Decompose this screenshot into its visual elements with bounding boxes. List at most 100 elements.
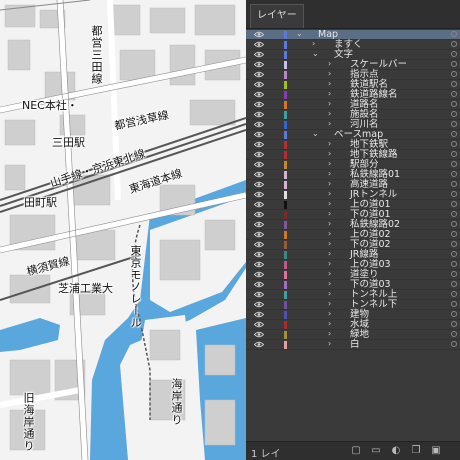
layer-lock-icon[interactable] bbox=[451, 41, 457, 47]
layer-lock-icon[interactable] bbox=[451, 231, 457, 237]
eye-icon[interactable] bbox=[254, 91, 264, 98]
mask-icon[interactable]: ◐ bbox=[390, 445, 402, 457]
layer-lock-icon[interactable] bbox=[451, 81, 457, 87]
layer-lock-icon[interactable] bbox=[451, 251, 457, 257]
chevron-right-icon[interactable]: › bbox=[328, 59, 331, 69]
layer-lock-icon[interactable] bbox=[451, 221, 457, 227]
eye-icon[interactable] bbox=[254, 101, 264, 108]
map-canvas[interactable]: 都営三田線 NEC本社・ 都営浅草線 三田駅 山手線・京浜東北線 東海道本線 田… bbox=[0, 0, 246, 460]
tab-layers[interactable]: レイヤー bbox=[250, 4, 304, 28]
layer-lock-icon[interactable] bbox=[451, 301, 457, 307]
eye-icon[interactable] bbox=[254, 201, 264, 208]
eye-icon[interactable] bbox=[254, 31, 264, 38]
layer-lock-icon[interactable] bbox=[451, 141, 457, 147]
eye-icon[interactable] bbox=[254, 161, 264, 168]
chevron-right-icon[interactable]: › bbox=[328, 289, 331, 299]
chevron-right-icon[interactable]: › bbox=[312, 39, 315, 49]
eye-icon[interactable] bbox=[254, 211, 264, 218]
chevron-right-icon[interactable]: › bbox=[328, 279, 331, 289]
eye-icon[interactable] bbox=[254, 151, 264, 158]
chevron-down-icon[interactable]: ⌄ bbox=[312, 129, 319, 139]
eye-icon[interactable] bbox=[254, 261, 264, 268]
eye-icon[interactable] bbox=[254, 181, 264, 188]
chevron-down-icon[interactable]: ⌄ bbox=[312, 49, 319, 59]
layer-lock-icon[interactable] bbox=[451, 71, 457, 77]
eye-icon[interactable] bbox=[254, 281, 264, 288]
layer-lock-icon[interactable] bbox=[451, 311, 457, 317]
layer-lock-icon[interactable] bbox=[451, 201, 457, 207]
layer-lock-icon[interactable] bbox=[451, 241, 457, 247]
chevron-right-icon[interactable]: › bbox=[328, 89, 331, 99]
chevron-right-icon[interactable]: › bbox=[328, 239, 331, 249]
chevron-right-icon[interactable]: › bbox=[328, 259, 331, 269]
layer-lock-icon[interactable] bbox=[451, 261, 457, 267]
chevron-right-icon[interactable]: › bbox=[328, 159, 331, 169]
layer-lock-icon[interactable] bbox=[451, 271, 457, 277]
layer-lock-icon[interactable] bbox=[451, 281, 457, 287]
chevron-down-icon[interactable]: ⌄ bbox=[296, 30, 303, 39]
layer-lock-icon[interactable] bbox=[451, 101, 457, 107]
layer-lock-icon[interactable] bbox=[451, 191, 457, 197]
eye-icon[interactable] bbox=[254, 191, 264, 198]
chevron-right-icon[interactable]: › bbox=[328, 249, 331, 259]
chevron-right-icon[interactable]: › bbox=[328, 169, 331, 179]
layer-lock-icon[interactable] bbox=[451, 151, 457, 157]
chevron-right-icon[interactable]: › bbox=[328, 69, 331, 79]
eye-icon[interactable] bbox=[254, 171, 264, 178]
chevron-right-icon[interactable]: › bbox=[328, 149, 331, 159]
layer-lock-icon[interactable] bbox=[451, 121, 457, 127]
layer-row[interactable]: › 白 bbox=[246, 339, 460, 350]
eye-icon[interactable] bbox=[254, 321, 264, 328]
eye-icon[interactable] bbox=[254, 51, 264, 58]
eye-icon[interactable] bbox=[254, 221, 264, 228]
layer-lock-icon[interactable] bbox=[451, 111, 457, 117]
eye-icon[interactable] bbox=[254, 301, 264, 308]
eye-icon[interactable] bbox=[254, 131, 264, 138]
chevron-right-icon[interactable]: › bbox=[328, 79, 331, 89]
eye-icon[interactable] bbox=[254, 291, 264, 298]
eye-icon[interactable] bbox=[254, 121, 264, 128]
eye-icon[interactable] bbox=[254, 71, 264, 78]
layer-lock-icon[interactable] bbox=[451, 51, 457, 57]
chevron-right-icon[interactable]: › bbox=[328, 269, 331, 279]
eye-icon[interactable] bbox=[254, 251, 264, 258]
layer-lock-icon[interactable] bbox=[451, 331, 457, 337]
layer-lock-icon[interactable] bbox=[451, 211, 457, 217]
layer-lock-icon[interactable] bbox=[451, 321, 457, 327]
eye-icon[interactable] bbox=[254, 141, 264, 148]
chevron-right-icon[interactable]: › bbox=[328, 139, 331, 149]
trash-icon[interactable]: ▣ bbox=[430, 445, 442, 457]
layer-lock-icon[interactable] bbox=[451, 291, 457, 297]
chevron-right-icon[interactable]: › bbox=[328, 199, 331, 209]
chevron-right-icon[interactable]: › bbox=[328, 109, 331, 119]
eye-icon[interactable] bbox=[254, 61, 264, 68]
eye-icon[interactable] bbox=[254, 111, 264, 118]
eye-icon[interactable] bbox=[254, 311, 264, 318]
chevron-right-icon[interactable]: › bbox=[328, 219, 331, 229]
chevron-right-icon[interactable]: › bbox=[328, 99, 331, 109]
layer-lock-icon[interactable] bbox=[451, 91, 457, 97]
chevron-right-icon[interactable]: › bbox=[328, 339, 331, 349]
layer-lock-icon[interactable] bbox=[451, 161, 457, 167]
layer-list[interactable]: ⌄ Map › ますく ⌄ 文字 › スケールバー › 指示点 › 鉄道駅名 › 鉄道路線名 › 道路名 › 施設… bbox=[246, 30, 460, 360]
chevron-right-icon[interactable]: › bbox=[328, 319, 331, 329]
layer-lock-icon[interactable] bbox=[451, 181, 457, 187]
layer-lock-icon[interactable] bbox=[451, 31, 457, 37]
chevron-right-icon[interactable]: › bbox=[328, 309, 331, 319]
eye-icon[interactable] bbox=[254, 341, 264, 348]
layer-lock-icon[interactable] bbox=[451, 131, 457, 137]
layer-lock-icon[interactable] bbox=[451, 171, 457, 177]
layer-lock-icon[interactable] bbox=[451, 61, 457, 67]
chevron-right-icon[interactable]: › bbox=[328, 189, 331, 199]
chevron-right-icon[interactable]: › bbox=[328, 209, 331, 219]
eye-icon[interactable] bbox=[254, 271, 264, 278]
eye-icon[interactable] bbox=[254, 81, 264, 88]
folder-icon[interactable]: ▭ bbox=[370, 445, 382, 457]
eye-icon[interactable] bbox=[254, 41, 264, 48]
chevron-right-icon[interactable]: › bbox=[328, 229, 331, 239]
eye-icon[interactable] bbox=[254, 331, 264, 338]
eye-icon[interactable] bbox=[254, 231, 264, 238]
chevron-right-icon[interactable]: › bbox=[328, 299, 331, 309]
chevron-right-icon[interactable]: › bbox=[328, 119, 331, 129]
new-layer-icon[interactable]: ▢ bbox=[350, 445, 362, 457]
